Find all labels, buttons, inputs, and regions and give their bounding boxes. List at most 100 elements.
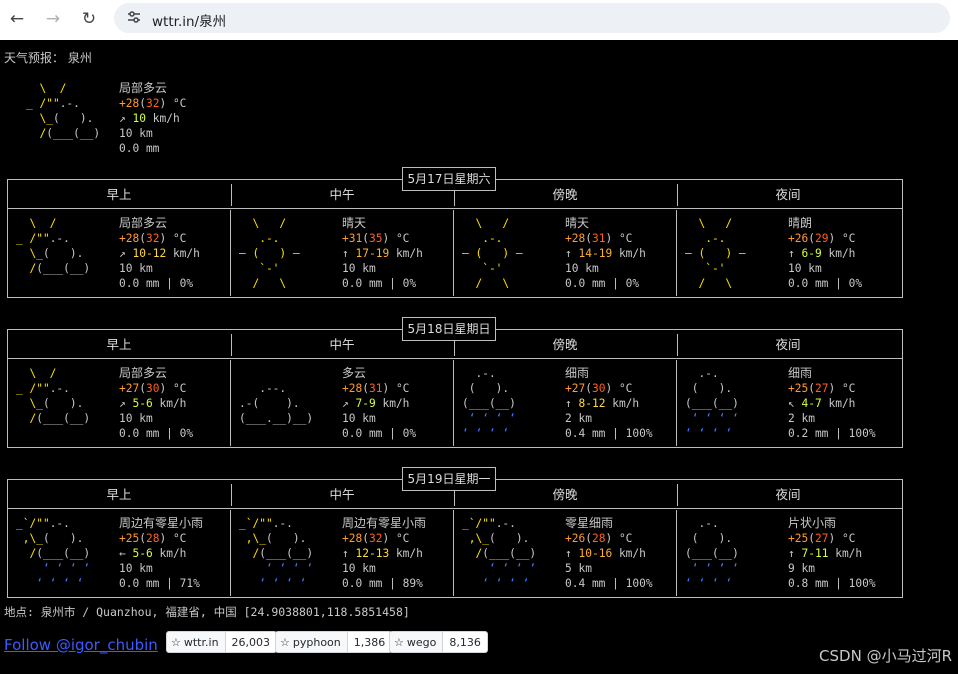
- forecast-precip: 0.0 mm | 0%: [788, 277, 863, 290]
- forecast-feels: 32: [145, 232, 160, 245]
- forecast-feels: 32: [368, 532, 383, 545]
- forecast-visibility: 10 km: [342, 412, 376, 425]
- forecast-visibility: 10 km: [119, 262, 153, 275]
- browser-toolbar: ← → ↻ wttr.in/泉州: [0, 0, 958, 40]
- temp-unit: °C: [395, 532, 410, 545]
- forecast-info: 周边有零星小雨 +28(32) °C ↑ 12-13 km/h 10 km 0.…: [342, 516, 427, 590]
- wind-unit: km/h: [172, 247, 200, 260]
- forecast-wind: 7-9: [355, 397, 376, 410]
- star-icon: ☆: [394, 635, 404, 649]
- forecast-wind: 7-11: [801, 547, 829, 560]
- forecast-desc: 多云: [342, 366, 367, 380]
- forecast-feels: 31: [368, 382, 383, 395]
- forecast-desc: 晴天: [565, 216, 590, 230]
- forecast-temp: +31: [342, 232, 363, 245]
- forecast-desc: 片状小雨: [788, 516, 837, 530]
- forecast-info: 局部多云 +27(30) °C ↗ 5-6 km/h 10 km 0.0 mm …: [119, 366, 194, 440]
- forecast-desc: 细雨: [565, 366, 590, 380]
- patchy-rain-icon: _`/"".-. ,\_( ). /(___(__) ‘ ‘ ‘ ‘ ‘ ‘ ‘…: [16, 517, 91, 590]
- forecast-cell: \ / .-. ― ( ) ― `-' / \ 晴天 +28(31) °C ↑ 1…: [454, 210, 676, 300]
- forecast-info: 零星细雨 +26(28) °C ↑ 10-16 km/h 5 km 0.4 mm…: [565, 516, 653, 590]
- wind-unit: km/h: [382, 397, 410, 410]
- forecast-visibility: 10 km: [565, 262, 599, 275]
- forecast-temp: +26: [788, 232, 809, 245]
- forecast-feels: 28: [145, 532, 160, 545]
- wind-unit: km/h: [152, 112, 180, 125]
- forecast-cell: .--. .-( ). (___.__)__) 多云 +28(31) °C ↗ 7…: [231, 360, 453, 450]
- light-rain-icon: .-. ( ). (___(__) ‘ ‘ ‘ ‘ ‘ ‘ ‘ ‘: [685, 517, 739, 590]
- forecast-cell: \ / _ /"".-. \_( ). /(___(__) 局部多云 +27(30…: [8, 360, 230, 450]
- column-divider: [231, 484, 232, 506]
- forecast-cell: .-. ( ). (___(__) ‘ ‘ ‘ ‘ ‘ ‘ ‘ ‘ 细雨 +25(…: [677, 360, 899, 450]
- sunny-icon: \ / .-. ― ( ) ― `-' / \: [239, 217, 300, 290]
- forecast-cell: _`/"".-. ,\_( ). /(___(__) ‘ ‘ ‘ ‘ ‘ ‘ ‘…: [8, 510, 230, 600]
- github-star-wego[interactable]: ☆ wego 8,136: [389, 631, 488, 653]
- forecast-desc: 局部多云: [119, 366, 168, 380]
- forecast-temp: +26: [565, 532, 586, 545]
- forecast-wind: 17-19: [355, 247, 390, 260]
- wind-direction-icon: ↑: [342, 547, 349, 560]
- forecast-desc: 晴天: [342, 216, 367, 230]
- address-bar[interactable]: wttr.in/泉州: [114, 3, 950, 33]
- reload-button[interactable]: ↻: [78, 8, 100, 30]
- forecast-info: 晴天 +31(35) °C ↑ 17-19 km/h 10 km 0.0 mm …: [342, 216, 423, 290]
- forecast-visibility: 9 km: [788, 562, 815, 575]
- forecast-info: 多云 +28(31) °C ↗ 7-9 km/h 10 km 0.0 mm | …: [342, 366, 417, 440]
- forecast-feels: 28: [591, 532, 606, 545]
- github-star-pyphoon[interactable]: ☆ pyphoon 1,386: [275, 631, 393, 653]
- forecast-info: 细雨 +25(27) °C ↖ 4-7 km/h 2 km 0.2 mm | 1…: [788, 366, 876, 440]
- partly-cloudy-icon: \ / _ /"".-. \_( ). /(___(__): [16, 217, 91, 275]
- repo-label: wttr.in: [183, 635, 219, 649]
- column-divider: [676, 360, 677, 446]
- forecast-temp: +28: [342, 382, 363, 395]
- reload-icon: ↻: [81, 9, 97, 29]
- wind-unit: km/h: [618, 247, 646, 260]
- forecast-info: 晴朗 +26(29) °C ↑ 6-9 km/h 10 km 0.0 mm | …: [788, 216, 863, 290]
- date-label: 5月18日星期日: [402, 317, 496, 341]
- forecast-cell: _`/"".-. ,\_( ). /(___(__) ‘ ‘ ‘ ‘ ‘ ‘ ‘…: [231, 510, 453, 600]
- column-divider: [677, 334, 678, 356]
- arrow-left-icon: ←: [9, 9, 25, 29]
- star-count[interactable]: 1,386: [347, 632, 392, 652]
- forecast-visibility: 10 km: [342, 262, 376, 275]
- wind-direction-icon: ↑: [565, 397, 572, 410]
- forward-button[interactable]: →: [42, 8, 64, 30]
- partly-cloudy-icon: \ / _ /"".-. \_( ). /(___(__): [26, 82, 101, 140]
- forecast-precip: 0.8 mm | 100%: [788, 577, 876, 590]
- current-desc: 局部多云: [119, 81, 168, 95]
- current-visibility: 10 km: [119, 127, 153, 140]
- wind-direction-icon: ↗: [119, 112, 126, 125]
- repo-label: wego: [406, 635, 437, 649]
- forecast-temp: +28: [565, 232, 586, 245]
- arrow-right-icon: →: [45, 9, 61, 29]
- tune-icon[interactable]: [126, 9, 142, 25]
- current-wind: 10: [132, 112, 146, 125]
- forecast-info: 片状小雨 +25(27) °C ↑ 7-11 km/h 9 km 0.8 mm …: [788, 516, 876, 590]
- wind-unit: km/h: [618, 547, 646, 560]
- light-rain-icon: .-. ( ). (___(__) ‘ ‘ ‘ ‘ ‘ ‘ ‘ ‘: [462, 367, 516, 440]
- repo-label: pyphoon: [292, 635, 341, 649]
- forecast-desc: 周边有零星小雨: [342, 516, 427, 530]
- forecast-wind: 10-12: [132, 247, 167, 260]
- forecast-cell: \ / .-. ― ( ) ― `-' / \ 晴天 +31(35) °C ↑ 1…: [231, 210, 453, 300]
- github-star-wttrin[interactable]: ☆ wttr.in 26,003: [166, 631, 278, 653]
- star-count[interactable]: 8,136: [443, 632, 487, 652]
- back-button[interactable]: ←: [6, 8, 28, 30]
- star-count[interactable]: 26,003: [225, 632, 277, 652]
- temp-unit: °C: [172, 97, 187, 110]
- sunny-icon: \ / .-. ― ( ) ― `-' / \: [462, 217, 523, 290]
- forecast-precip: 0.0 mm | 0%: [119, 427, 194, 440]
- forecast-visibility: 10 km: [119, 562, 153, 575]
- date-label: 5月19日星期一: [402, 467, 496, 491]
- forecast-precip: 0.2 mm | 100%: [788, 427, 876, 440]
- period-label: 夜间: [775, 487, 801, 502]
- current-weather: 局部多云 +28(32) °C ↗ 10 km/h 10 km 0.0 mm: [119, 81, 187, 155]
- forecast-feels: 31: [591, 232, 606, 245]
- follow-link[interactable]: Follow @igor_chubin: [4, 636, 158, 654]
- star-icon: ☆: [171, 635, 181, 649]
- wind-direction-icon: ↑: [342, 247, 349, 260]
- temp-unit: °C: [841, 232, 856, 245]
- forecast-temp: +25: [788, 382, 809, 395]
- forecast-wind: 4-7: [801, 397, 822, 410]
- temp-unit: °C: [395, 232, 410, 245]
